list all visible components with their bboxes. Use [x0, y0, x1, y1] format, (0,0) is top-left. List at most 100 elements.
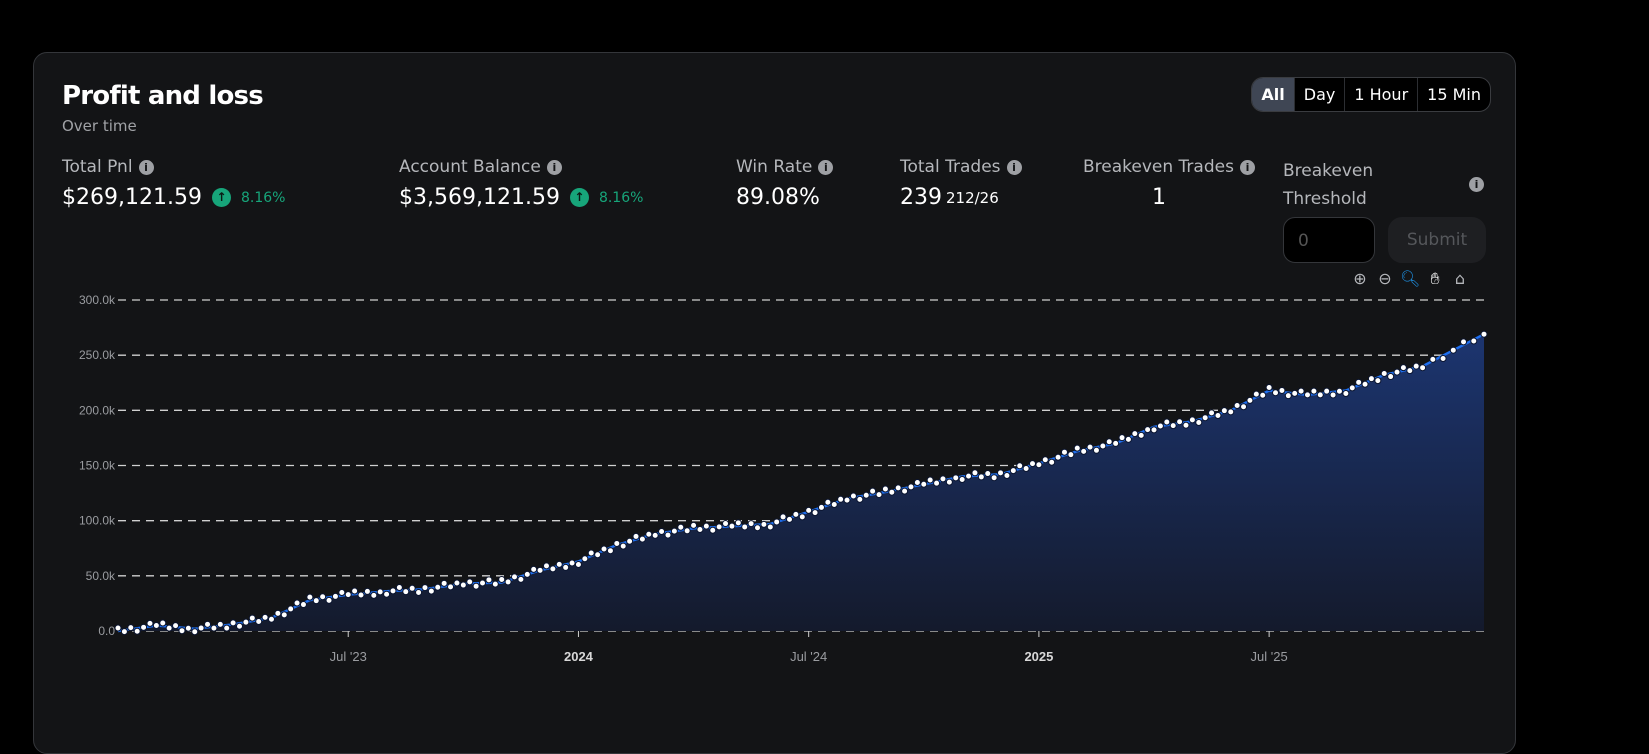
trade-point: [926, 476, 934, 484]
trade-point: [754, 524, 762, 532]
trade-point: [965, 472, 973, 480]
trade-point: [1284, 392, 1292, 400]
trade-point: [696, 526, 704, 534]
trade-point: [1387, 373, 1395, 381]
trade-point: [913, 479, 921, 487]
trade-point: [1246, 396, 1254, 404]
trade-point: [280, 611, 288, 619]
trade-point: [319, 593, 327, 601]
trade-point: [325, 596, 333, 604]
trade-point: [517, 575, 525, 583]
trade-point: [1460, 338, 1468, 346]
trade-point: [191, 628, 199, 636]
trade-point: [1150, 426, 1158, 434]
x-tick-label: Jul '25: [1251, 649, 1288, 664]
trade-point: [1067, 451, 1075, 459]
trade-point: [530, 565, 538, 573]
trade-point: [210, 624, 218, 632]
trade-point: [485, 576, 493, 584]
trade-point: [459, 581, 467, 589]
trade-point: [184, 624, 192, 632]
trade-point: [1144, 426, 1152, 434]
trade-point: [1156, 422, 1164, 430]
trade-point: [849, 492, 857, 500]
trade-point: [1323, 387, 1331, 395]
trade-point: [741, 523, 749, 531]
trade-point: [1470, 337, 1478, 345]
trade-point: [1480, 330, 1488, 338]
trade-point: [722, 520, 730, 528]
trade-point: [1374, 377, 1382, 385]
trade-point: [817, 503, 825, 511]
trade-point: [293, 599, 301, 607]
area-fill: [118, 334, 1484, 631]
trade-point: [1080, 447, 1088, 455]
trade-point: [523, 570, 531, 578]
trade-point: [568, 559, 576, 567]
trade-point: [1406, 367, 1414, 375]
trade-point: [1163, 418, 1171, 426]
trade-point: [1118, 434, 1126, 442]
trade-point: [133, 627, 141, 635]
trade-point: [479, 579, 487, 587]
trade-point: [1195, 419, 1203, 427]
trade-point: [1208, 409, 1216, 417]
trade-point: [140, 623, 148, 631]
trade-point: [869, 487, 877, 495]
trade-point: [1105, 438, 1113, 446]
trade-point: [1297, 387, 1305, 395]
trade-point: [498, 575, 506, 583]
trade-point: [632, 532, 640, 540]
y-tick-label: 250.0k: [79, 348, 116, 362]
trade-point: [440, 579, 448, 587]
trade-point: [363, 587, 371, 595]
trade-point: [1176, 418, 1184, 426]
y-tick-label: 0.0: [98, 624, 115, 638]
trade-point: [1348, 384, 1356, 392]
trade-point: [216, 620, 224, 628]
trade-point: [427, 587, 435, 595]
trade-point: [1124, 435, 1132, 443]
trade-point: [651, 531, 659, 539]
trade-point: [242, 618, 250, 626]
trade-point: [261, 613, 269, 621]
trade-point: [1342, 389, 1350, 397]
trade-point: [562, 563, 570, 571]
trade-point: [1265, 383, 1273, 391]
trade-point: [984, 470, 992, 478]
trade-point: [600, 545, 608, 553]
trade-point: [702, 522, 710, 530]
trade-point: [606, 547, 614, 555]
trade-point: [370, 591, 378, 599]
x-tick-label: Jul '23: [330, 649, 367, 664]
trade-point: [178, 627, 186, 635]
trade-point: [773, 518, 781, 526]
trade-point: [267, 615, 275, 623]
trade-point: [306, 593, 314, 601]
trade-point: [1048, 458, 1056, 466]
trade-point: [760, 520, 768, 528]
trade-point: [952, 474, 960, 482]
trade-point: [1399, 364, 1407, 372]
trade-point: [1393, 368, 1401, 376]
trade-point: [453, 579, 461, 587]
trade-point: [971, 469, 979, 477]
trade-point: [402, 588, 410, 596]
trade-point: [1259, 391, 1267, 399]
trade-point: [766, 523, 774, 531]
trade-point: [1240, 403, 1248, 411]
trade-point: [1131, 430, 1139, 438]
trade-point: [1233, 402, 1241, 410]
trade-point: [1252, 390, 1260, 398]
trade-point: [165, 624, 173, 632]
trade-point: [1449, 346, 1457, 354]
trade-point: [1439, 355, 1447, 363]
trade-point: [127, 624, 135, 632]
trade-point: [1316, 391, 1324, 399]
trade-point: [1009, 467, 1017, 475]
trade-point: [626, 537, 634, 545]
trade-point: [715, 523, 723, 531]
x-tick-label: Jul '24: [790, 649, 827, 664]
trade-point: [798, 513, 806, 521]
trade-point: [152, 621, 160, 629]
